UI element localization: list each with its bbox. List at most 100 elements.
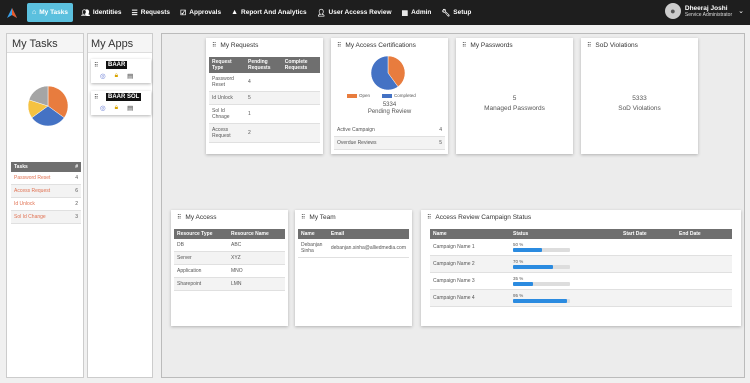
progress-bar	[513, 282, 570, 286]
cell-type: DB	[174, 239, 228, 252]
cell-type: Access Request	[209, 123, 245, 143]
table-row[interactable]: Campaign Name 1 50 %	[430, 239, 732, 256]
progress-label: 70 %	[513, 259, 524, 264]
drag-handle-icon[interactable]: ⠿	[94, 94, 99, 101]
message-icon[interactable]: ▤	[127, 104, 133, 112]
card-title: Access Review Campaign Status	[435, 213, 532, 221]
user-check-icon: 👤︎	[316, 9, 326, 17]
certifications-card: ⠿ My Access Certifications Open Completed…	[331, 38, 448, 154]
drag-handle-icon[interactable]: ⠿	[301, 214, 306, 221]
nav-label: Approvals	[189, 9, 222, 16]
nav-item-5[interactable]: 👤︎ User Access Review	[312, 0, 397, 25]
tasks-header: Tasks	[11, 162, 69, 172]
table-row: DB ABC	[174, 239, 285, 252]
my-team-card: ⠿ My Team Name Email Debanjan Sinha debanj…	[295, 210, 412, 326]
access-table: Resource Type Resource Name DB ABC Server X…	[174, 229, 285, 291]
cell-name: XYZ	[227, 251, 285, 265]
cell-email[interactable]: debanjan.sinha@alliedmedia.com	[327, 239, 409, 258]
progress-fill	[513, 248, 542, 252]
my-access-card: ⠿ My Access Resource Type Resource Name D…	[171, 210, 288, 326]
lock-icon[interactable]: 🔒︎	[115, 72, 118, 80]
table-row[interactable]: Password Reset 4	[11, 172, 81, 185]
app-card[interactable]: ⠿ BAAR ◎ 🔒︎ ▤	[91, 59, 151, 83]
drag-handle-icon[interactable]: ⠿	[427, 214, 432, 221]
nav-label: My Tasks	[39, 9, 69, 16]
tasks-pie-chart	[28, 86, 68, 126]
table-row[interactable]: Sol Id Change 3	[11, 210, 81, 224]
cell-complete	[281, 123, 320, 143]
column-header: Pending Requests	[245, 57, 282, 73]
message-icon[interactable]: ▤	[127, 72, 133, 80]
table-row[interactable]: Campaign Name 4 95 %	[430, 289, 732, 307]
nav-label: Requests	[140, 9, 171, 16]
cell-name: MNO	[227, 264, 285, 278]
count-header: #	[68, 162, 81, 172]
nav-item-0[interactable]: ⌂ My Tasks	[27, 3, 74, 22]
card-title: My Access	[185, 213, 217, 221]
lock-icon[interactable]: 🔒︎	[115, 104, 118, 112]
user-circle-icon[interactable]: ◎	[100, 104, 106, 112]
tasks-table: Tasks # Password Reset 4 Access Request 6 Id…	[11, 162, 81, 224]
task-name[interactable]: Sol Id Change	[11, 210, 69, 224]
cell-name: LMN	[227, 277, 285, 291]
table-row: Access Request 2	[209, 123, 320, 143]
table-row[interactable]: Campaign Name 3 35 %	[430, 272, 732, 290]
user-menu[interactable]: ● Dheeraj Joshi Service Administrator ⌄	[664, 3, 744, 19]
my-apps-title: My Apps	[91, 38, 134, 50]
card-title: My Requests	[220, 41, 259, 49]
legend-open: Open	[359, 93, 371, 98]
table-row[interactable]: Id Unlock 2	[11, 197, 81, 211]
nav-item-4[interactable]: ▲ Report And Analytics	[226, 0, 312, 25]
task-name[interactable]: Access Request	[11, 184, 69, 198]
table-row[interactable]: Campaign Name 2 70 %	[430, 255, 732, 273]
table-row[interactable]: Access Request 6	[11, 184, 81, 198]
user-circle-icon[interactable]: ◎	[100, 72, 106, 80]
certifications-table: Active Campaign 4 Overdue Reviews 5	[334, 124, 445, 150]
task-count: 3	[68, 210, 81, 224]
progress-fill	[513, 282, 533, 286]
drag-handle-icon[interactable]: ⠿	[212, 42, 217, 49]
cell-type: Sharepoint	[174, 277, 228, 291]
cell-status: 70 %	[510, 255, 620, 273]
nav-item-6[interactable]: ▦ Admin	[397, 0, 437, 25]
my-requests-card: ⠿ My Requests Request Type Pending Reques…	[206, 38, 323, 154]
chevron-down-icon[interactable]: ⌄	[738, 7, 744, 15]
app-card[interactable]: ⠿ BAAR SOL ◎ 🔒︎ ▤	[91, 91, 151, 115]
my-apps-panel: My Apps ⠿ BAAR ◎ 🔒︎ ▤ ⠿ BAAR SOL ◎ 🔒︎ ▤	[87, 33, 153, 378]
sod-violations-card: ⠿ SoD Violations 5333 SoD Violations	[581, 38, 698, 154]
drag-handle-icon[interactable]: ⠿	[177, 214, 182, 221]
logo[interactable]	[0, 0, 24, 25]
nav-item-1[interactable]: 👥︎ Identities	[76, 0, 126, 25]
task-count: 6	[68, 184, 81, 198]
cell-status: 95 %	[510, 289, 620, 307]
card-title: My Team	[309, 213, 336, 221]
task-name[interactable]: Id Unlock	[11, 197, 69, 211]
task-name[interactable]: Password Reset	[11, 172, 69, 185]
column-header: Start Date	[620, 229, 676, 239]
card-title: SoD Violations	[595, 41, 638, 49]
column-header: Request Type	[209, 57, 245, 73]
drag-handle-icon[interactable]: ⠿	[462, 42, 467, 49]
card-title: My Passwords	[470, 41, 513, 49]
nav-item-3[interactable]: ☑ Approvals	[175, 0, 226, 25]
table-row: Overdue Reviews 5	[334, 136, 445, 150]
drag-handle-icon[interactable]: ⠿	[94, 62, 99, 69]
drag-handle-icon[interactable]: ⠿	[337, 42, 342, 49]
column-header: Status	[510, 229, 620, 239]
team-table: Name Email Debanjan Sinha debanjan.sinha@…	[298, 229, 409, 258]
pending-label: Pending Review	[367, 109, 412, 115]
progress-bar	[513, 299, 570, 303]
chart-icon: ▲	[231, 9, 239, 16]
cell-name: Campaign Name 1	[430, 239, 510, 256]
nav-item-2[interactable]: ☰ Requests	[126, 0, 175, 25]
cell-type: Sol Id Chnage	[209, 104, 245, 124]
drag-handle-icon[interactable]: ⠿	[587, 42, 592, 49]
nav-label: Report And Analytics	[241, 9, 307, 16]
nav-item-7[interactable]: 🔧︎ Setup	[436, 0, 476, 25]
cell-start-date	[620, 239, 676, 256]
cell-type: Password Reset	[209, 73, 245, 92]
cell-complete	[281, 91, 320, 105]
table-row: Id Unlock 5	[209, 91, 320, 105]
legend-completed: Completed	[394, 93, 416, 98]
task-count: 2	[68, 197, 81, 211]
